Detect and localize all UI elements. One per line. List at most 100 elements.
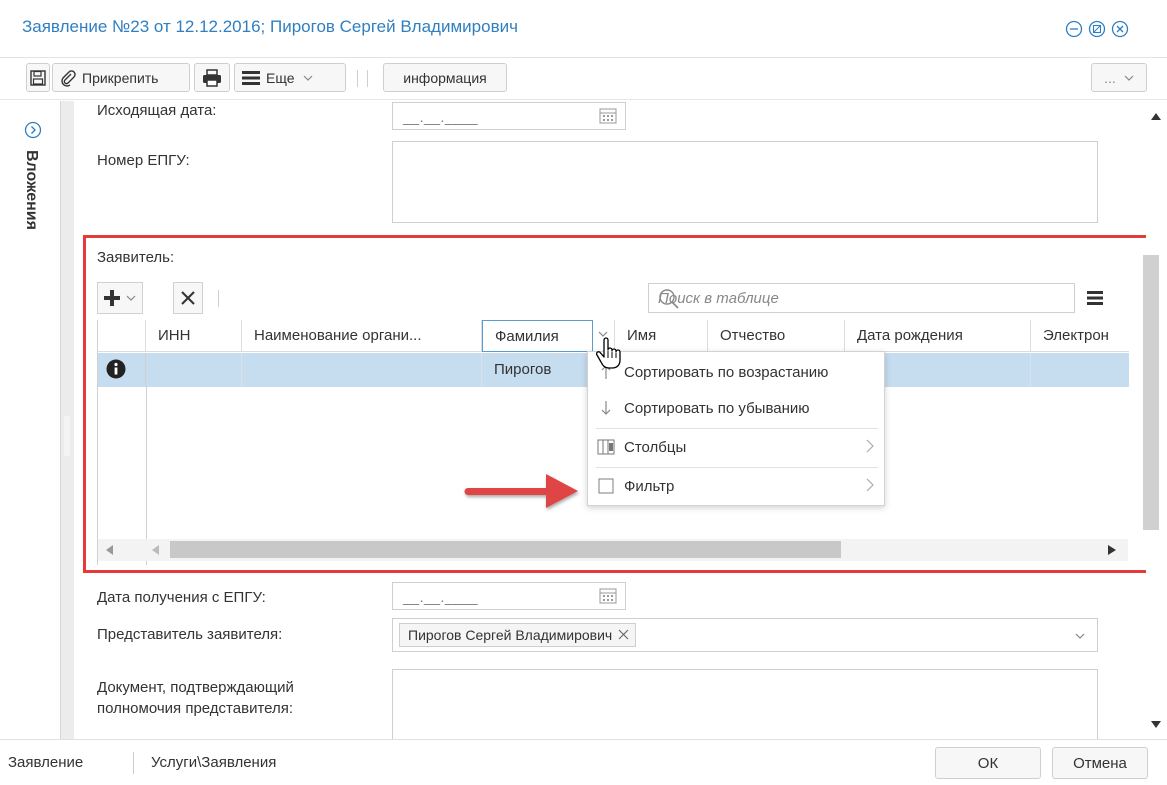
representative-tag-label: Пирогов Сергей Владимирович (408, 627, 613, 643)
menu-item-columns[interactable]: Столбцы (588, 429, 884, 465)
more-label: Еще (266, 69, 295, 86)
menu-item-filter[interactable]: Фильтр (588, 468, 884, 504)
received-date-field[interactable]: __.__.____ (392, 582, 626, 610)
grid-settings-icon[interactable] (1087, 291, 1103, 305)
status-item-path[interactable]: Услуги\Заявления (151, 754, 276, 771)
ok-button[interactable]: ОК (935, 747, 1041, 779)
cell-email (1031, 353, 1129, 387)
info-label: информация (403, 69, 487, 86)
column-label: ИНН (158, 327, 191, 344)
representative-tag: Пирогов Сергей Владимирович (399, 623, 637, 647)
scroll-left-icon[interactable] (152, 545, 160, 555)
chevron-right-icon (866, 478, 874, 492)
paperclip-icon (59, 69, 77, 87)
menu-item-label: Сортировать по убыванию (624, 399, 810, 417)
print-button[interactable] (194, 63, 230, 92)
menu-item-label: Столбцы (624, 438, 687, 456)
column-header-birthdate[interactable]: Дата рождения (845, 320, 1031, 352)
column-label: Фамилия (495, 328, 559, 345)
chevron-down-icon (303, 74, 313, 82)
status-item-application[interactable]: Заявление (8, 754, 83, 771)
scroll-down-icon[interactable] (1151, 721, 1161, 728)
columns-icon (588, 439, 624, 455)
sidebar-splitter[interactable] (60, 101, 74, 739)
applicant-label: Заявитель: (97, 249, 175, 266)
hamburger-icon (242, 70, 260, 85)
cell-inn (146, 353, 242, 387)
representative-label: Представитель заявителя: (97, 626, 283, 643)
sidebar-tab-label: Вложения (23, 150, 40, 230)
info-button[interactable]: информация (383, 63, 507, 92)
red-arrow-icon (462, 470, 584, 514)
attach-label: Прикрепить (82, 69, 159, 86)
column-header-email[interactable]: Электрон (1031, 320, 1129, 352)
column-header-name[interactable]: Имя (615, 320, 708, 352)
plus-icon (102, 288, 122, 308)
column-label: Дата рождения (857, 327, 963, 344)
cancel-button[interactable]: Отмена (1052, 747, 1148, 779)
hand-cursor-icon (596, 337, 622, 369)
column-context-menu: Сортировать по возрастанию Сортировать п… (587, 351, 885, 506)
expand-sidebar-icon[interactable] (24, 121, 42, 139)
chevron-right-icon (866, 439, 874, 453)
remove-tag-icon[interactable] (618, 629, 629, 646)
toolbar: Прикрепить Еще информация ... (0, 58, 1167, 100)
sort-desc-icon (588, 400, 624, 416)
add-row-button[interactable] (97, 282, 143, 314)
search-icon[interactable] (658, 288, 1065, 310)
more-menu-button[interactable]: Еще (234, 63, 346, 92)
column-header-organization[interactable]: Наименование органи... (242, 320, 482, 352)
chevron-down-icon (1124, 74, 1134, 82)
status-bar: Заявление Услуги\Заявления ОК Отмена (0, 739, 1167, 785)
column-label: Электрон (1043, 327, 1109, 344)
date-mask: __.__.____ (403, 109, 479, 125)
close-icon (180, 290, 196, 306)
status-divider (133, 752, 134, 774)
representative-select[interactable]: Пирогов Сергей Владимирович (392, 618, 1098, 652)
chevron-down-icon[interactable] (1075, 632, 1085, 640)
grid-toolbar-divider (218, 290, 219, 307)
chevron-down-icon (126, 294, 136, 302)
outgoing-date-label: Исходящая дата: (97, 102, 217, 119)
document-label-line2: полномочия представителя: (97, 700, 294, 717)
minimize-icon[interactable] (1065, 20, 1083, 38)
column-header-patronymic[interactable]: Отчество (708, 320, 845, 352)
column-label: Отчество (720, 327, 786, 344)
save-button[interactable] (26, 63, 50, 92)
menu-item-sort-descending[interactable]: Сортировать по убыванию (588, 390, 884, 426)
overflow-label: ... (1104, 69, 1116, 86)
calendar-icon[interactable] (599, 107, 617, 125)
epgu-number-label: Номер ЕПГУ: (97, 152, 190, 169)
delete-row-button[interactable] (173, 282, 203, 314)
date-mask: __.__.____ (403, 589, 479, 605)
column-header-surname[interactable]: Фамилия (482, 320, 593, 352)
calendar-icon[interactable] (599, 587, 617, 605)
grid-horizontal-scroll-thumb[interactable] (170, 541, 841, 558)
grid-search-input[interactable]: Поиск в таблице (648, 283, 1075, 313)
column-header-inn[interactable]: ИНН (146, 320, 242, 352)
maximize-icon[interactable] (1088, 20, 1106, 38)
checkbox-icon (588, 478, 624, 494)
document-label-line1: Документ, подтверждающий (97, 679, 294, 696)
grid-header-indicator (98, 320, 146, 352)
scroll-right-icon[interactable] (1108, 545, 1116, 555)
window-title: Заявление №23 от 12.12.2016; Пирогов Сер… (22, 17, 518, 36)
toolbar-divider (357, 70, 358, 87)
form-vertical-scroll-thumb[interactable] (1143, 255, 1159, 530)
close-icon[interactable] (1111, 20, 1129, 38)
scroll-up-icon[interactable] (1151, 113, 1161, 120)
menu-item-sort-ascending[interactable]: Сортировать по возрастанию (588, 354, 884, 390)
overflow-menu-button[interactable]: ... (1091, 63, 1147, 92)
splitter-handle[interactable] (64, 416, 70, 456)
printer-icon (202, 68, 222, 87)
attach-button[interactable]: Прикрепить (52, 63, 190, 92)
cancel-label: Отмена (1073, 754, 1127, 772)
scroll-left-icon[interactable] (106, 545, 114, 555)
epgu-number-field[interactable] (392, 141, 1098, 223)
received-date-label: Дата получения с ЕПГУ: (97, 589, 266, 606)
outgoing-date-field[interactable]: __.__.____ (392, 102, 626, 130)
sidebar-tab-attachments[interactable]: Вложения (20, 150, 44, 270)
menu-item-label: Фильтр (624, 477, 675, 495)
info-icon (106, 359, 145, 379)
document-field[interactable] (392, 669, 1098, 739)
